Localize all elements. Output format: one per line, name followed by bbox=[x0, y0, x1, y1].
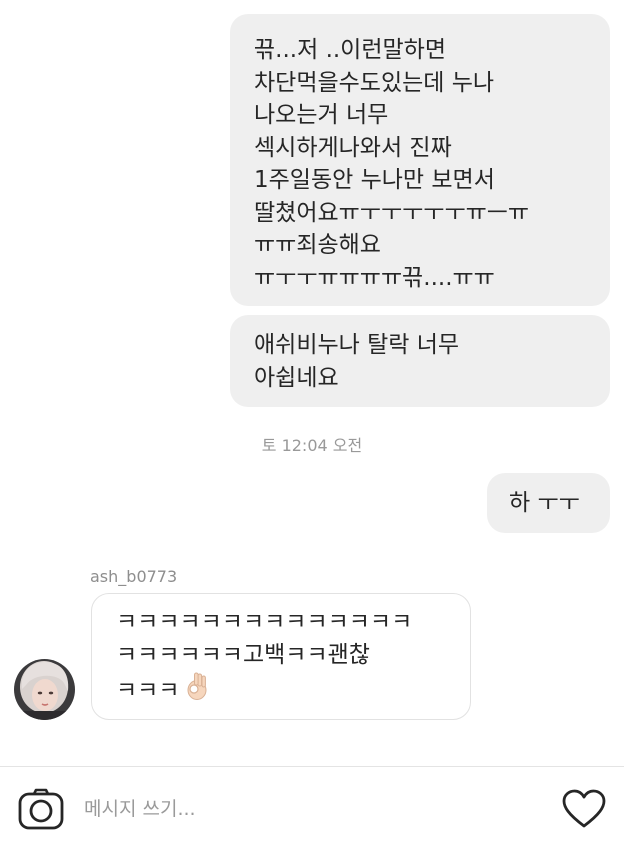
ok-hand-icon bbox=[185, 671, 209, 711]
incoming-message: ㅋㅋㅋㅋㅋㅋㅋㅋㅋㅋㅋㅋㅋㅋ ㅋㅋㅋㅋㅋㅋ고백ㅋㅋ괜찮 ㅋㅋㅋ bbox=[91, 593, 471, 720]
incoming-message-text: ㅋㅋㅋㅋㅋㅋㅋㅋㅋㅋㅋㅋㅋㅋ ㅋㅋㅋㅋㅋㅋ고백ㅋㅋ괜찮 ㅋㅋㅋ bbox=[116, 609, 413, 704]
camera-button[interactable] bbox=[18, 788, 64, 830]
camera-icon bbox=[18, 788, 64, 834]
sender-username: ash_b0773 bbox=[90, 567, 178, 586]
avatar[interactable] bbox=[14, 659, 75, 720]
message-input[interactable] bbox=[84, 793, 524, 825]
outgoing-message: 애쉬비누나 탈락 너무 아쉽네요 bbox=[230, 315, 610, 407]
message-timestamp: 토 12:04 오전 bbox=[261, 436, 363, 455]
outgoing-message: 하 ㅜㅜ bbox=[487, 473, 610, 533]
heart-icon bbox=[562, 789, 606, 833]
like-button[interactable] bbox=[562, 789, 606, 829]
outgoing-message: 끆...저 ..이런말하면 차단먹을수도있는데 누나 나오는거 너무 섹시하게나… bbox=[230, 14, 610, 306]
composer-divider bbox=[0, 766, 624, 767]
